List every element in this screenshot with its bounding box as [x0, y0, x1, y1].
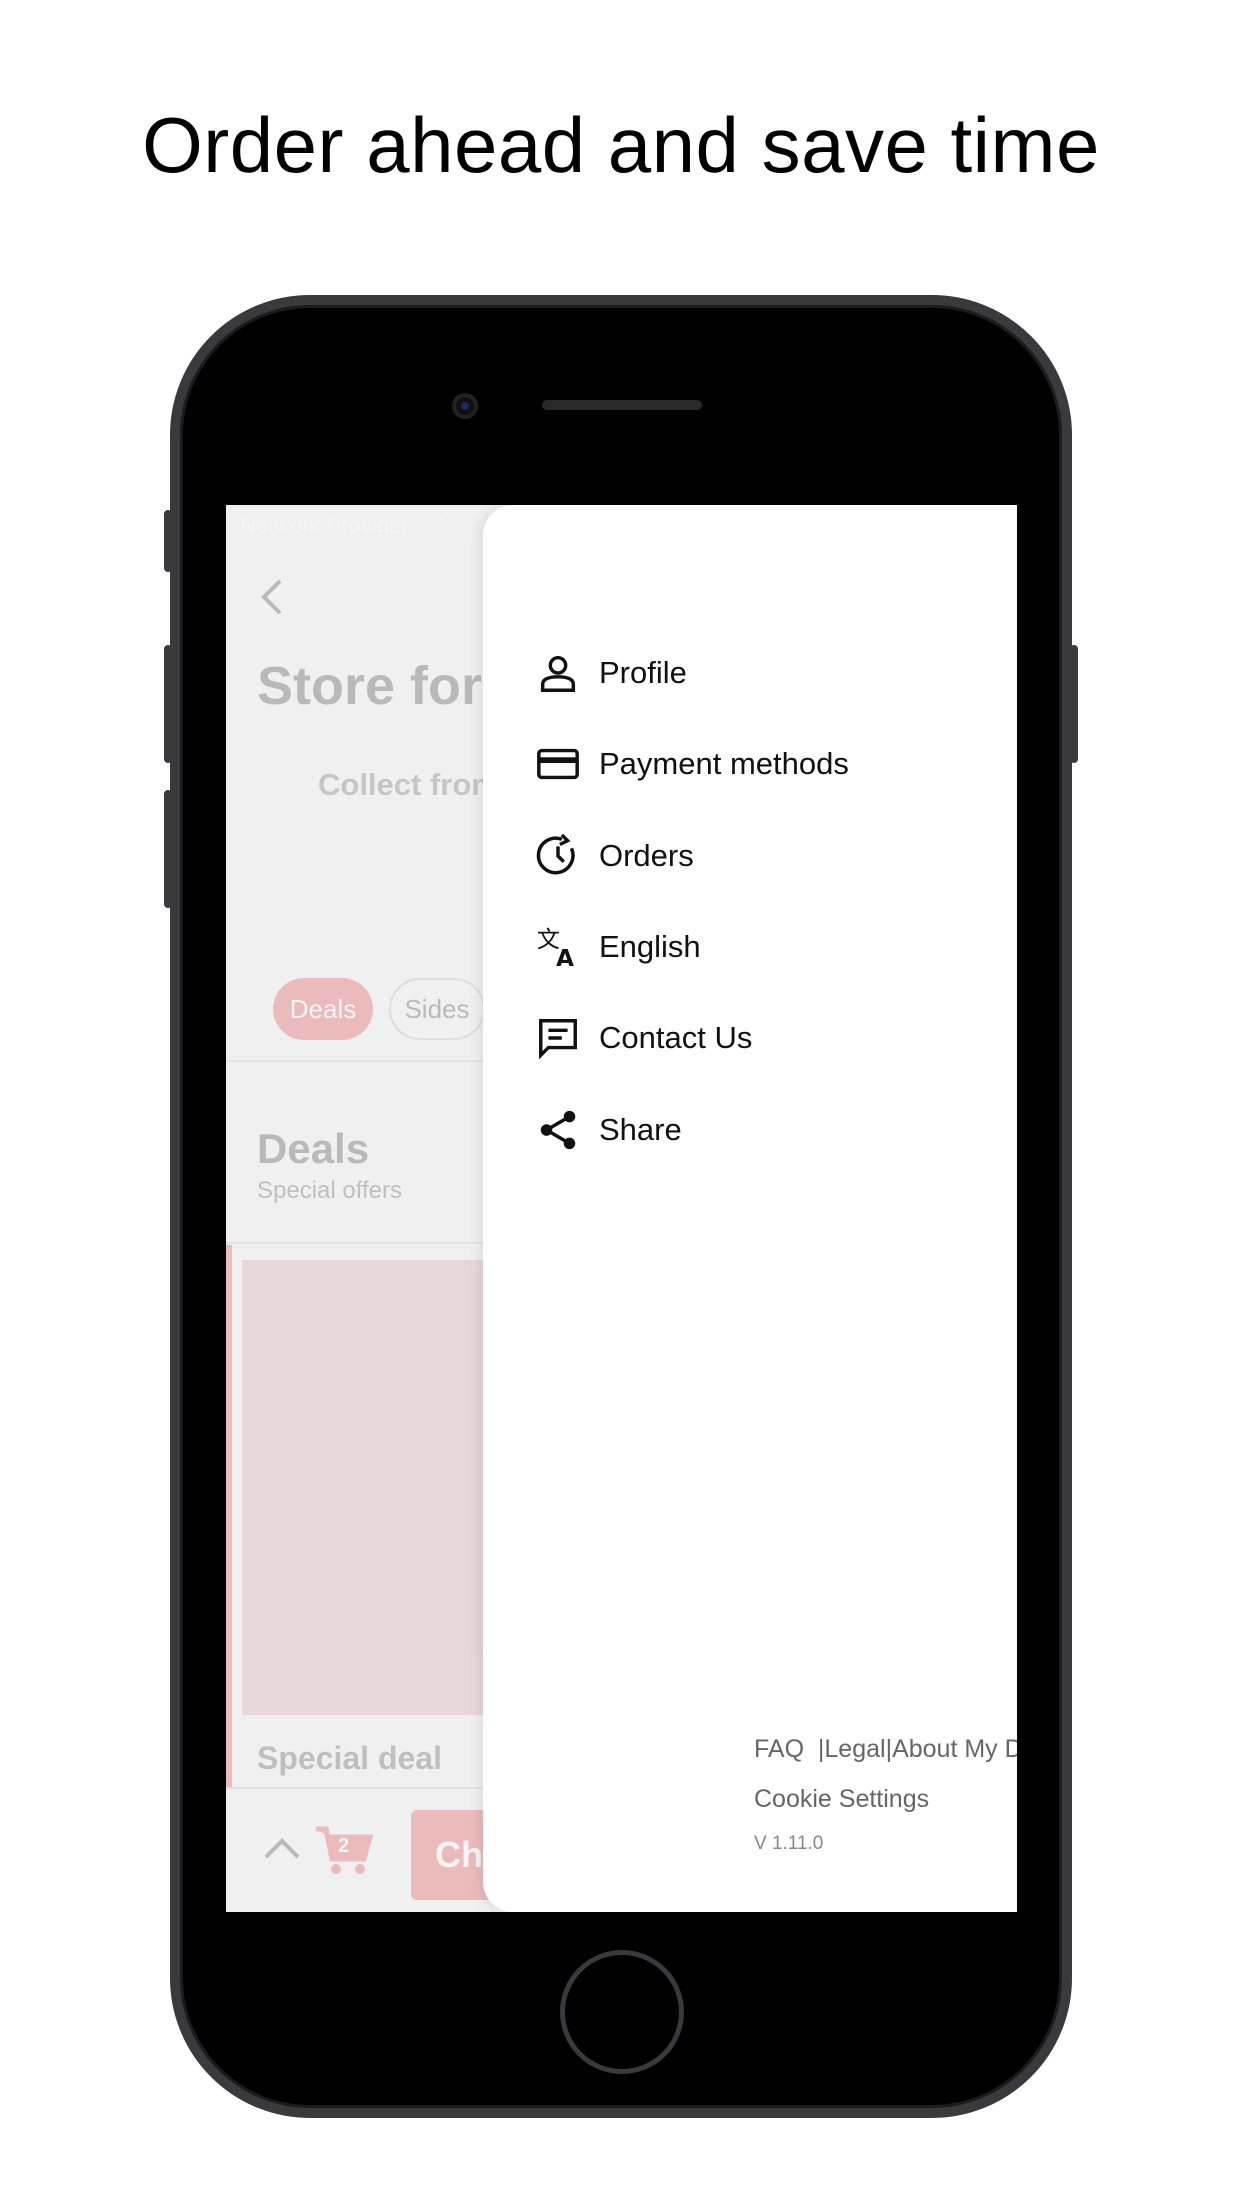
headline: Order ahead and save time [142, 101, 1100, 189]
translate-icon: 文A [537, 927, 574, 970]
speaker [542, 400, 702, 410]
cookie-settings-link[interactable]: Cookie Settings [754, 1785, 929, 1814]
faq-link[interactable]: FAQ [754, 1735, 804, 1763]
side-drawer: Profile Payment methods Orders 文A Englis… [483, 505, 1017, 1912]
menu-item-share[interactable]: Share [483, 1090, 1017, 1170]
menu-label: Share [599, 1112, 682, 1147]
menu-label: Contact Us [599, 1020, 753, 1055]
camera [452, 393, 478, 419]
app-version: V 1.11.0 [754, 1833, 824, 1854]
cart-count: 2 [338, 1835, 350, 1857]
about-my-data-link[interactable]: About My Data [892, 1735, 1017, 1763]
wifi-icon: ◠ [431, 513, 451, 538]
history-icon [536, 833, 575, 875]
store-subtitle: Collect from [318, 767, 499, 802]
share-icon [540, 1110, 576, 1150]
menu-label: English [599, 929, 701, 964]
menu-label: Payment methods [599, 746, 849, 781]
menu-item-profile[interactable]: Profile [483, 633, 1017, 713]
menu-label: Orders [599, 838, 694, 873]
legal-link[interactable]: Legal [824, 1735, 885, 1763]
back-arrow-icon[interactable] [256, 577, 286, 617]
chevron-up-icon[interactable] [262, 1835, 302, 1861]
card-accent [226, 1245, 232, 1787]
carrier: Network Provider [240, 513, 409, 538]
chip-deals[interactable]: Deals [273, 978, 373, 1040]
person-icon [540, 655, 576, 692]
menu-item-orders[interactable]: Orders [483, 816, 1017, 896]
menu-item-payment-methods[interactable]: Payment methods [483, 724, 1017, 804]
menu-label: Profile [599, 655, 687, 690]
menu-item-contact-us[interactable]: Contact Us [483, 998, 1017, 1078]
screen: Network Provider ◠ Store for Collect fro… [226, 505, 1017, 1912]
store-title: Store for [257, 656, 483, 716]
chat-icon [539, 1019, 577, 1060]
card-title: Special deal [257, 1740, 442, 1776]
chip-sides[interactable]: Sides [389, 978, 485, 1040]
section-title: Deals [257, 1125, 370, 1172]
section-subtitle: Special offers [257, 1177, 402, 1204]
svg-text:A: A [556, 946, 574, 970]
home-button[interactable] [560, 1950, 684, 2074]
menu-item-language[interactable]: 文A English [483, 907, 1017, 987]
credit-card-icon [537, 748, 579, 780]
footer-links: FAQ |Legal|About My Data| [754, 1735, 1017, 1764]
